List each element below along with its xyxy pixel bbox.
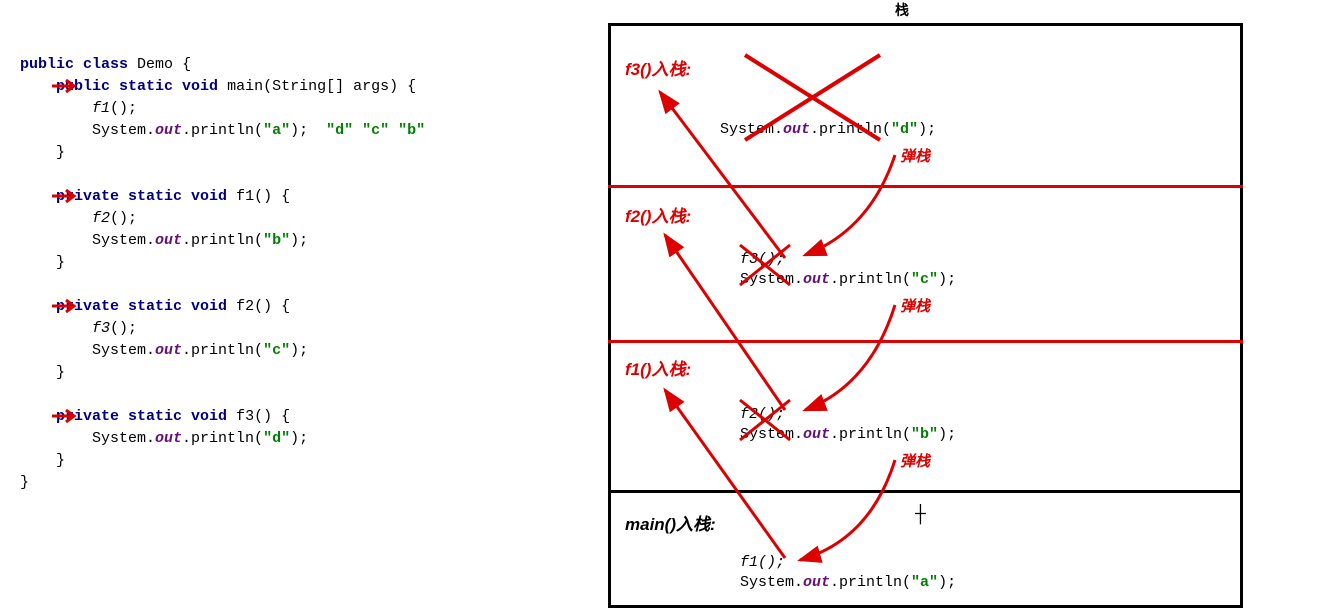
frame-f1-code: f2(); System.out.println("b");: [740, 405, 956, 445]
stack-title: 栈: [895, 0, 909, 20]
pop-label: 弹栈: [900, 450, 930, 471]
pop-label: 弹栈: [900, 295, 930, 316]
frame-f3-code: System.out.println("d");: [720, 120, 936, 140]
pop-label: 弹栈: [900, 145, 930, 166]
divider: [608, 185, 1243, 188]
frame-f2-code: f3(); System.out.println("c");: [740, 250, 956, 290]
frame-f2-label: f2()入栈:: [625, 202, 691, 227]
frame-f1-label: f1()入栈:: [625, 355, 691, 380]
frame-main-label: main()入栈:: [625, 510, 716, 535]
frame-f3-label: f3()入栈:: [625, 55, 691, 80]
arrow-icon: [52, 409, 82, 423]
arrow-icon: [52, 79, 82, 93]
source-code: public class Demo { public static void m…: [20, 32, 425, 494]
divider: [608, 340, 1243, 343]
frame-main-code: f1(); System.out.println("a");: [740, 553, 956, 593]
arrow-icon: [52, 299, 82, 313]
arrow-icon: [52, 189, 82, 203]
cursor-icon: ┼: [915, 505, 926, 525]
divider: [608, 490, 1243, 493]
